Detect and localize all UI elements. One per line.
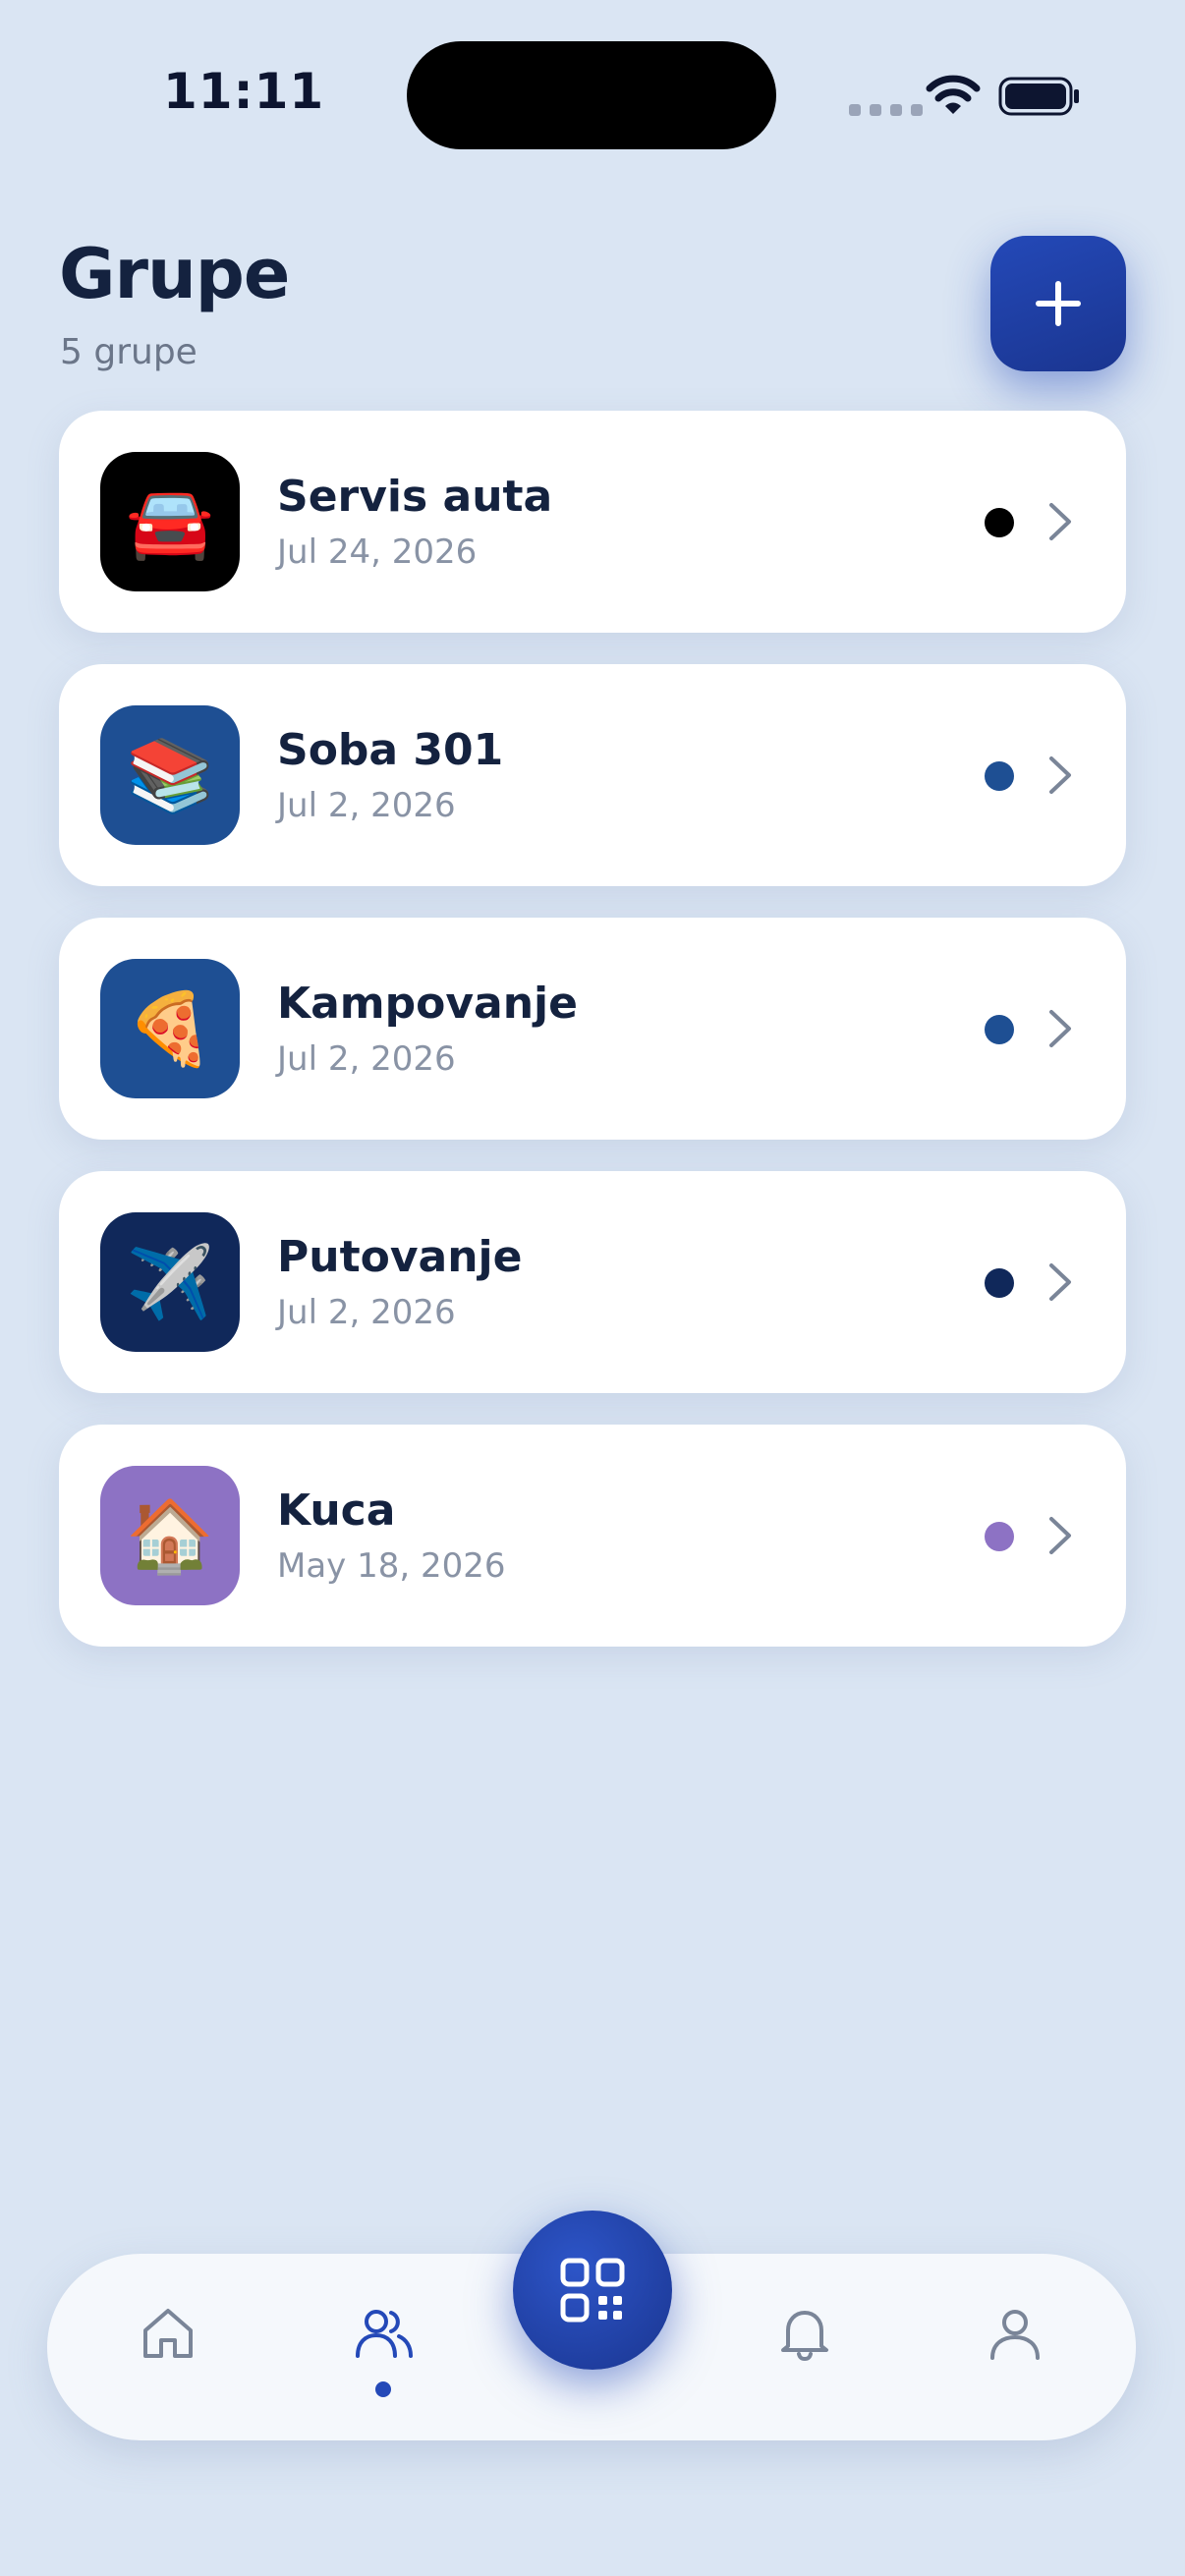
group-name: Kuca (277, 1485, 396, 1536)
page-title: Grupe (59, 234, 290, 314)
group-card-kampovanje[interactable]: 🍕 Kampovanje Jul 2, 2026 (59, 918, 1126, 1140)
group-name: Soba 301 (277, 725, 504, 775)
chevron-right-icon (1049, 503, 1071, 540)
battery-icon (998, 77, 1079, 116)
chevron-right-icon (1049, 756, 1071, 794)
group-color-dot (985, 508, 1014, 537)
chevron-right-icon (1049, 1263, 1071, 1301)
qr-scan-button[interactable] (513, 2211, 672, 2370)
active-tab-indicator (375, 2381, 391, 2397)
chevron-right-icon (1049, 1010, 1071, 1047)
group-card-kuca[interactable]: 🏠 Kuca May 18, 2026 (59, 1425, 1126, 1647)
nav-profile[interactable] (983, 2299, 1047, 2368)
group-color-dot (985, 1268, 1014, 1298)
dynamic-island (407, 41, 776, 149)
plus-icon (1036, 281, 1081, 326)
users-icon (356, 2310, 413, 2358)
group-color-dot (985, 761, 1014, 791)
nav-groups[interactable] (352, 2299, 417, 2368)
nav-notifications[interactable] (772, 2299, 837, 2368)
qr-scan-icon (560, 2258, 625, 2323)
airplane-icon: ✈️ (100, 1212, 240, 1352)
group-date: Jul 2, 2026 (277, 1293, 456, 1332)
group-name: Kampovanje (277, 979, 578, 1029)
cellular-signal-icon (849, 104, 923, 116)
group-name: Servis auta (277, 472, 553, 522)
group-date: Jul 2, 2026 (277, 786, 456, 825)
group-date: Jul 24, 2026 (277, 532, 478, 572)
pizza-icon: 🍕 (100, 959, 240, 1098)
group-card-putovanje[interactable]: ✈️ Putovanje Jul 2, 2026 (59, 1171, 1126, 1393)
nav-home[interactable] (136, 2299, 200, 2368)
car-icon: 🚘 (100, 452, 240, 591)
group-color-dot (985, 1015, 1014, 1044)
books-icon: 📚 (100, 705, 240, 845)
house-icon: 🏠 (100, 1466, 240, 1605)
profile-icon (990, 2310, 1040, 2360)
add-group-button[interactable] (990, 236, 1126, 371)
group-card-servis-auta[interactable]: 🚘 Servis auta Jul 24, 2026 (59, 411, 1126, 633)
group-count: 5 grupe (60, 332, 198, 372)
bell-icon (781, 2311, 828, 2362)
group-name: Putovanje (277, 1232, 523, 1282)
group-date: Jul 2, 2026 (277, 1039, 456, 1079)
status-time: 11:11 (163, 63, 325, 120)
home-icon (143, 2309, 193, 2358)
chevron-right-icon (1049, 1517, 1071, 1554)
group-color-dot (985, 1522, 1014, 1551)
group-date: May 18, 2026 (277, 1546, 506, 1586)
wifi-icon (926, 75, 981, 114)
group-card-soba-301[interactable]: 📚 Soba 301 Jul 2, 2026 (59, 664, 1126, 886)
